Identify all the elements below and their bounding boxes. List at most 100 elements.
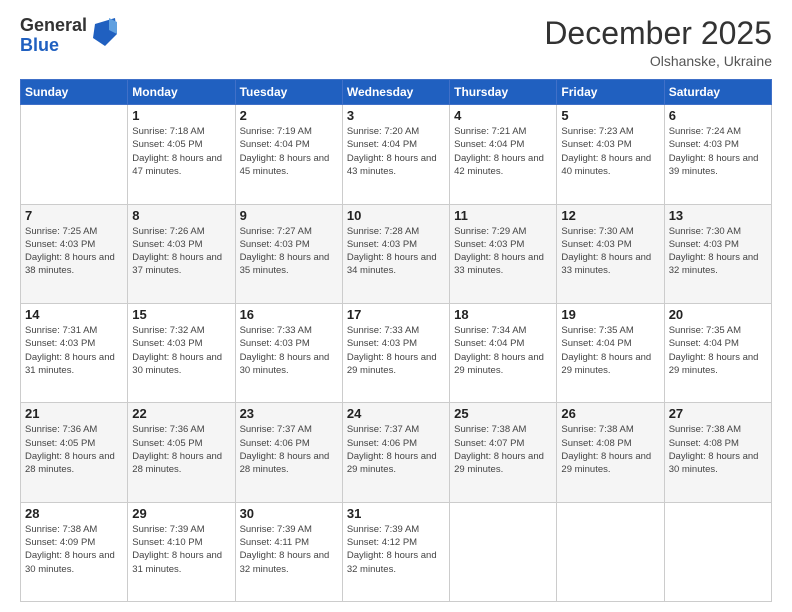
day-info: Sunrise: 7:36 AMSunset: 4:05 PMDaylight:… [25,423,123,476]
calendar-cell: 23 Sunrise: 7:37 AMSunset: 4:06 PMDaylig… [235,403,342,502]
logo-general: General [20,16,87,36]
day-info: Sunrise: 7:38 AMSunset: 4:07 PMDaylight:… [454,423,552,476]
calendar-cell: 15 Sunrise: 7:32 AMSunset: 4:03 PMDaylig… [128,303,235,402]
day-info: Sunrise: 7:38 AMSunset: 4:08 PMDaylight:… [669,423,767,476]
logo-text: General Blue [20,16,87,56]
header-friday: Friday [557,80,664,105]
day-info: Sunrise: 7:33 AMSunset: 4:03 PMDaylight:… [240,324,338,377]
calendar-cell: 8 Sunrise: 7:26 AMSunset: 4:03 PMDayligh… [128,204,235,303]
day-number: 4 [454,108,552,123]
day-info: Sunrise: 7:37 AMSunset: 4:06 PMDaylight:… [347,423,445,476]
calendar-week-row-2: 7 Sunrise: 7:25 AMSunset: 4:03 PMDayligh… [21,204,772,303]
day-info: Sunrise: 7:35 AMSunset: 4:04 PMDaylight:… [669,324,767,377]
month-title: December 2025 [544,16,772,51]
day-number: 5 [561,108,659,123]
day-number: 3 [347,108,445,123]
day-info: Sunrise: 7:36 AMSunset: 4:05 PMDaylight:… [132,423,230,476]
day-number: 25 [454,406,552,421]
day-info: Sunrise: 7:38 AMSunset: 4:08 PMDaylight:… [561,423,659,476]
calendar-week-row-4: 21 Sunrise: 7:36 AMSunset: 4:05 PMDaylig… [21,403,772,502]
day-number: 15 [132,307,230,322]
day-info: Sunrise: 7:27 AMSunset: 4:03 PMDaylight:… [240,225,338,278]
calendar-cell: 31 Sunrise: 7:39 AMSunset: 4:12 PMDaylig… [342,502,449,601]
calendar-cell: 22 Sunrise: 7:36 AMSunset: 4:05 PMDaylig… [128,403,235,502]
day-number: 1 [132,108,230,123]
day-number: 9 [240,208,338,223]
day-number: 26 [561,406,659,421]
calendar-cell: 28 Sunrise: 7:38 AMSunset: 4:09 PMDaylig… [21,502,128,601]
day-number: 28 [25,506,123,521]
calendar-cell: 29 Sunrise: 7:39 AMSunset: 4:10 PMDaylig… [128,502,235,601]
calendar-cell: 10 Sunrise: 7:28 AMSunset: 4:03 PMDaylig… [342,204,449,303]
day-number: 22 [132,406,230,421]
header-thursday: Thursday [450,80,557,105]
calendar-cell [21,105,128,204]
day-info: Sunrise: 7:30 AMSunset: 4:03 PMDaylight:… [669,225,767,278]
calendar-cell: 19 Sunrise: 7:35 AMSunset: 4:04 PMDaylig… [557,303,664,402]
calendar-week-row-1: 1 Sunrise: 7:18 AMSunset: 4:05 PMDayligh… [21,105,772,204]
calendar-cell: 20 Sunrise: 7:35 AMSunset: 4:04 PMDaylig… [664,303,771,402]
day-info: Sunrise: 7:39 AMSunset: 4:10 PMDaylight:… [132,523,230,576]
day-number: 7 [25,208,123,223]
day-number: 23 [240,406,338,421]
day-info: Sunrise: 7:35 AMSunset: 4:04 PMDaylight:… [561,324,659,377]
calendar-cell: 21 Sunrise: 7:36 AMSunset: 4:05 PMDaylig… [21,403,128,502]
calendar-cell: 6 Sunrise: 7:24 AMSunset: 4:03 PMDayligh… [664,105,771,204]
day-number: 12 [561,208,659,223]
day-info: Sunrise: 7:31 AMSunset: 4:03 PMDaylight:… [25,324,123,377]
calendar-cell: 3 Sunrise: 7:20 AMSunset: 4:04 PMDayligh… [342,105,449,204]
calendar-cell: 5 Sunrise: 7:23 AMSunset: 4:03 PMDayligh… [557,105,664,204]
calendar-cell: 12 Sunrise: 7:30 AMSunset: 4:03 PMDaylig… [557,204,664,303]
day-info: Sunrise: 7:38 AMSunset: 4:09 PMDaylight:… [25,523,123,576]
day-number: 19 [561,307,659,322]
day-info: Sunrise: 7:29 AMSunset: 4:03 PMDaylight:… [454,225,552,278]
header: General Blue December 2025 Olshanske, Uk… [20,16,772,69]
day-info: Sunrise: 7:19 AMSunset: 4:04 PMDaylight:… [240,125,338,178]
page: General Blue December 2025 Olshanske, Uk… [0,0,792,612]
calendar-cell: 18 Sunrise: 7:34 AMSunset: 4:04 PMDaylig… [450,303,557,402]
header-tuesday: Tuesday [235,80,342,105]
day-info: Sunrise: 7:26 AMSunset: 4:03 PMDaylight:… [132,225,230,278]
day-number: 27 [669,406,767,421]
location: Olshanske, Ukraine [544,53,772,69]
day-number: 30 [240,506,338,521]
header-sunday: Sunday [21,80,128,105]
calendar-cell: 24 Sunrise: 7:37 AMSunset: 4:06 PMDaylig… [342,403,449,502]
header-wednesday: Wednesday [342,80,449,105]
day-number: 13 [669,208,767,223]
day-info: Sunrise: 7:21 AMSunset: 4:04 PMDaylight:… [454,125,552,178]
day-info: Sunrise: 7:23 AMSunset: 4:03 PMDaylight:… [561,125,659,178]
calendar-week-row-5: 28 Sunrise: 7:38 AMSunset: 4:09 PMDaylig… [21,502,772,601]
day-info: Sunrise: 7:28 AMSunset: 4:03 PMDaylight:… [347,225,445,278]
day-number: 17 [347,307,445,322]
calendar-cell: 26 Sunrise: 7:38 AMSunset: 4:08 PMDaylig… [557,403,664,502]
calendar-cell [450,502,557,601]
calendar-table: Sunday Monday Tuesday Wednesday Thursday… [20,79,772,602]
calendar-cell: 11 Sunrise: 7:29 AMSunset: 4:03 PMDaylig… [450,204,557,303]
day-info: Sunrise: 7:37 AMSunset: 4:06 PMDaylight:… [240,423,338,476]
day-info: Sunrise: 7:34 AMSunset: 4:04 PMDaylight:… [454,324,552,377]
calendar-cell: 16 Sunrise: 7:33 AMSunset: 4:03 PMDaylig… [235,303,342,402]
calendar-cell: 9 Sunrise: 7:27 AMSunset: 4:03 PMDayligh… [235,204,342,303]
day-info: Sunrise: 7:20 AMSunset: 4:04 PMDaylight:… [347,125,445,178]
day-number: 31 [347,506,445,521]
calendar-cell: 17 Sunrise: 7:33 AMSunset: 4:03 PMDaylig… [342,303,449,402]
logo-icon [89,16,121,52]
calendar-week-row-3: 14 Sunrise: 7:31 AMSunset: 4:03 PMDaylig… [21,303,772,402]
day-number: 29 [132,506,230,521]
calendar-cell: 25 Sunrise: 7:38 AMSunset: 4:07 PMDaylig… [450,403,557,502]
calendar-cell: 30 Sunrise: 7:39 AMSunset: 4:11 PMDaylig… [235,502,342,601]
day-number: 20 [669,307,767,322]
calendar-cell: 4 Sunrise: 7:21 AMSunset: 4:04 PMDayligh… [450,105,557,204]
day-info: Sunrise: 7:25 AMSunset: 4:03 PMDaylight:… [25,225,123,278]
day-info: Sunrise: 7:39 AMSunset: 4:11 PMDaylight:… [240,523,338,576]
calendar-cell: 2 Sunrise: 7:19 AMSunset: 4:04 PMDayligh… [235,105,342,204]
header-monday: Monday [128,80,235,105]
day-number: 21 [25,406,123,421]
logo-blue: Blue [20,36,87,56]
calendar-header-row: Sunday Monday Tuesday Wednesday Thursday… [21,80,772,105]
day-info: Sunrise: 7:30 AMSunset: 4:03 PMDaylight:… [561,225,659,278]
day-info: Sunrise: 7:33 AMSunset: 4:03 PMDaylight:… [347,324,445,377]
day-info: Sunrise: 7:39 AMSunset: 4:12 PMDaylight:… [347,523,445,576]
calendar-cell: 1 Sunrise: 7:18 AMSunset: 4:05 PMDayligh… [128,105,235,204]
